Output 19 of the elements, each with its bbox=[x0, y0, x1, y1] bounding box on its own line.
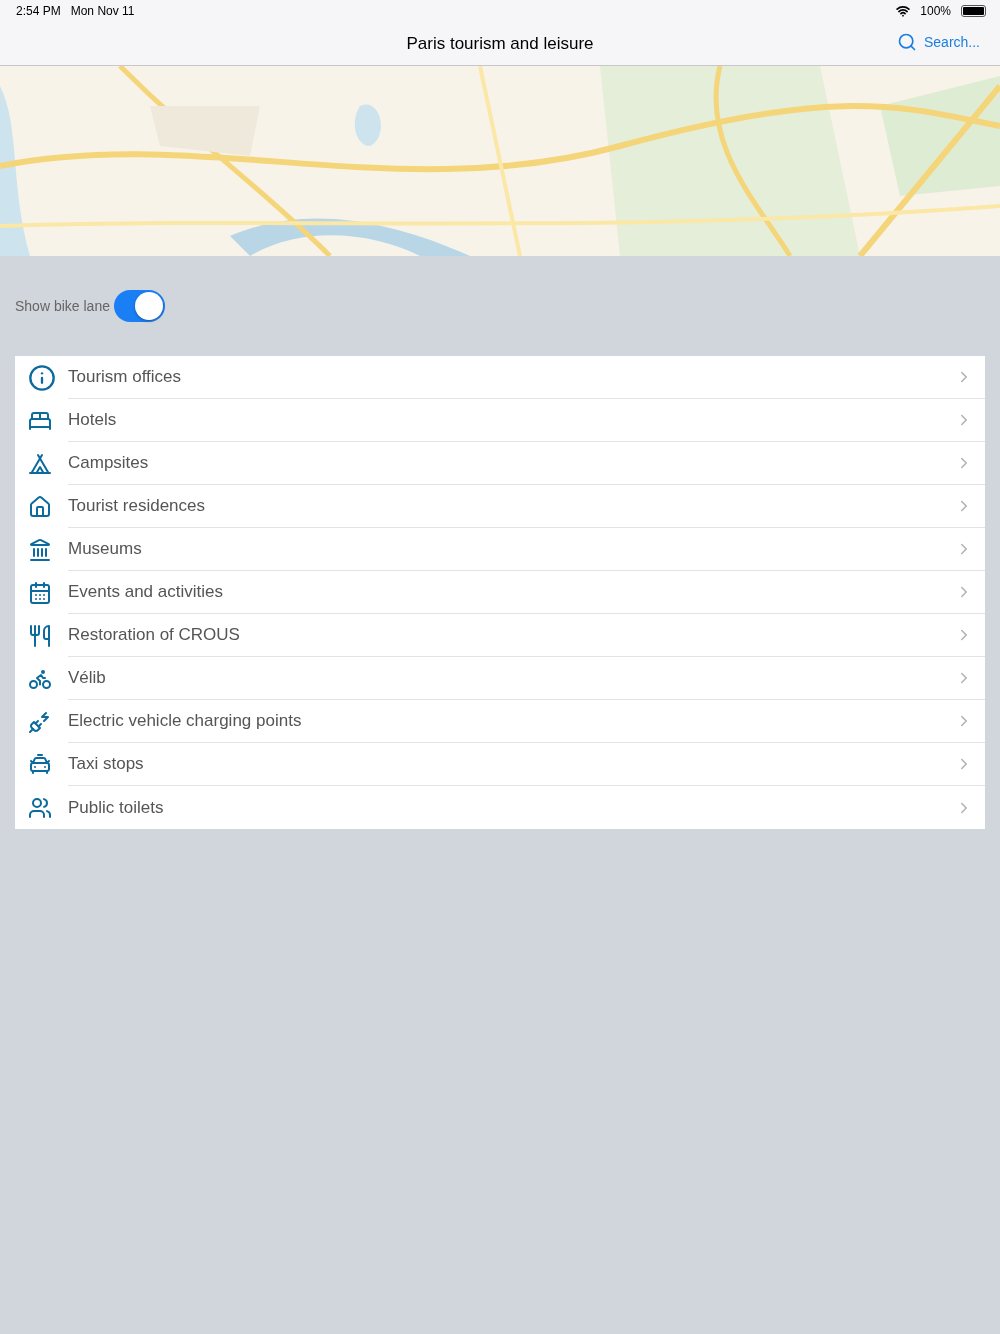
page-title: Paris tourism and leisure bbox=[406, 33, 594, 54]
fork-knife-icon bbox=[28, 623, 52, 648]
battery-icon bbox=[961, 5, 986, 17]
house-icon bbox=[28, 494, 52, 519]
wifi-icon bbox=[896, 4, 911, 18]
museum-icon bbox=[28, 537, 52, 562]
charging-plug-icon bbox=[28, 709, 52, 734]
taxi-icon bbox=[28, 752, 52, 777]
info-icon bbox=[28, 363, 56, 392]
search-icon bbox=[896, 32, 917, 52]
status-time: 2:54 PM bbox=[16, 4, 61, 18]
bike-lane-label: Show bike lane bbox=[15, 298, 110, 314]
status-date: Mon Nov 11 bbox=[70, 4, 135, 18]
calendar-icon bbox=[28, 580, 52, 605]
bike-lane-toggle[interactable] bbox=[113, 290, 165, 322]
people-icon bbox=[28, 795, 52, 820]
tent-icon bbox=[28, 451, 52, 476]
search-button[interactable]: Search... bbox=[894, 30, 982, 54]
battery-percentage: 100% bbox=[920, 4, 951, 18]
